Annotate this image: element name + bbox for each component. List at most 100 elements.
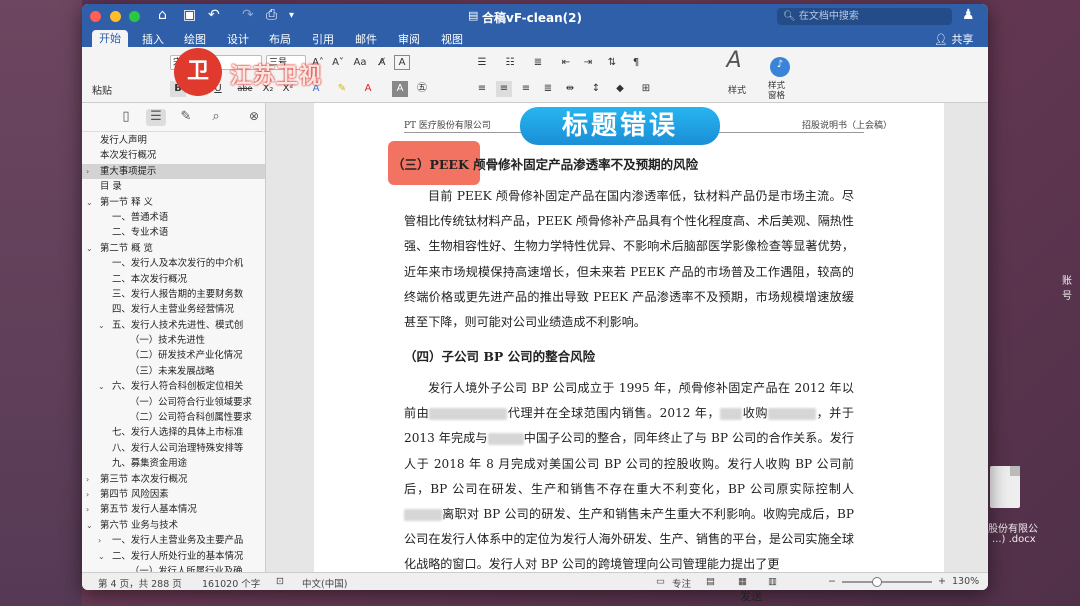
styles-pane-icon[interactable]: ♪ <box>770 57 790 77</box>
toc-item[interactable]: 八、发行人公司治理特殊安排等 <box>82 441 265 456</box>
line-spacing-icon[interactable]: ↕ <box>588 81 604 97</box>
toc-item[interactable]: 二、本次发行概况 <box>82 272 265 287</box>
toc-item[interactable]: 目 录 <box>82 179 265 194</box>
tab-layout[interactable]: 布局 <box>269 31 291 47</box>
toc-item[interactable]: › 重大事项提示 <box>82 163 265 180</box>
proofing-icon[interactable]: ⊡ <box>276 576 284 587</box>
toc-item[interactable]: ⌄ 六、发行人符合科创板定位相关 <box>82 379 265 394</box>
borders-icon[interactable]: ⊞ <box>638 81 654 97</box>
search-input[interactable]: 🔍︎ 在文档中搜索 <box>777 8 952 25</box>
toc-item[interactable]: （二）研发技术产业化情况 <box>82 348 265 363</box>
toc-item[interactable]: 本次发行概况 <box>82 148 265 163</box>
decrease-indent-icon[interactable]: ⇤ <box>558 55 574 71</box>
tab-mailings[interactable]: 邮件 <box>355 31 377 47</box>
numbering-icon[interactable]: ☷ <box>502 55 518 71</box>
toc-item[interactable]: （二）公司符合科创属性要求 <box>82 410 265 425</box>
styles-label[interactable]: 样式 <box>728 83 746 96</box>
toc-item[interactable]: › 第四节 风险因素 <box>82 487 265 502</box>
toc-item[interactable]: （三）未来发展战略 <box>82 364 265 379</box>
print-layout-icon[interactable]: ▦ <box>738 576 747 587</box>
docx-file-icon[interactable] <box>990 466 1020 508</box>
toc-item[interactable]: › 第五节 发行人基本情况 <box>82 502 265 517</box>
tab-home[interactable]: 开始 <box>92 30 128 47</box>
toc-item[interactable]: 九、募集资金用途 <box>82 456 265 471</box>
outline-icon[interactable]: ☰ <box>146 109 166 126</box>
expand-arrow-icon[interactable]: › <box>86 164 89 179</box>
comments-icon[interactable]: ✎ <box>176 109 196 126</box>
increase-indent-icon[interactable]: ⇥ <box>580 55 596 71</box>
collapse-arrow-icon[interactable]: ⌄ <box>98 318 105 333</box>
find-icon[interactable]: ⌕ <box>206 109 226 126</box>
expand-arrow-icon[interactable]: › <box>86 487 89 502</box>
toc-item[interactable]: › 第三节 本次发行概况 <box>82 472 265 487</box>
toc-item[interactable]: 二、专业术语 <box>82 225 265 240</box>
toc-item[interactable]: ⌄ 二、发行人所处行业的基本情况 <box>82 549 265 564</box>
tab-draw[interactable]: 绘图 <box>184 31 206 47</box>
paste-label[interactable]: 粘贴 <box>92 82 112 97</box>
expand-arrow-icon[interactable]: › <box>86 502 89 517</box>
word-count[interactable]: 161020 个字 <box>202 576 260 590</box>
expand-arrow-icon[interactable]: › <box>86 472 89 487</box>
web-layout-icon[interactable]: ▥ <box>768 576 777 587</box>
desktop-file-name[interactable]: 股份有限公 <box>988 520 1038 535</box>
toc-item[interactable]: 发行人声明 <box>82 133 265 148</box>
toc-item[interactable]: ⌄ 第六节 业务与技术 <box>82 518 265 533</box>
send-label[interactable]: 发送 <box>740 588 762 604</box>
enclose-char-icon[interactable]: ㊄ <box>414 81 430 97</box>
toc-item[interactable]: ⌄ 第一节 释 义 <box>82 195 265 210</box>
section-heading-bp[interactable]: （四）子公司 BP 公司的整合风险 <box>404 346 595 365</box>
read-mode-icon[interactable]: ▤ <box>706 576 715 587</box>
tab-references[interactable]: 引用 <box>312 31 334 47</box>
desktop-file-ext[interactable]: ...) .docx <box>992 534 1036 545</box>
customize-toolbar-icon[interactable]: ▾ <box>289 10 294 21</box>
print-icon[interactable]: ⎙ <box>266 7 277 23</box>
save-icon[interactable]: ▣ <box>183 7 196 23</box>
multilevel-list-icon[interactable]: ≣ <box>530 55 546 71</box>
section-heading-peek[interactable]: （三）PEEK 颅骨修补固定产品渗透率不及预期的风险 <box>392 154 698 173</box>
paragraph-peek-risk[interactable]: 目前 PEEK 颅骨修补固定产品在国内渗透率低，钛材料产品仍是市场主流。尽管相比… <box>404 184 854 335</box>
align-center-icon[interactable]: ≡ <box>496 81 512 97</box>
toc-item[interactable]: ⌄ 五、发行人技术先进性、模式创 <box>82 318 265 333</box>
toc-item[interactable]: ⌄ 第二节 概 览 <box>82 241 265 256</box>
change-case-icon[interactable]: Aa <box>352 55 368 71</box>
toc-item[interactable]: 七、发行人选择的具体上市标准 <box>82 425 265 440</box>
redo-icon[interactable]: ↷ <box>242 7 254 23</box>
toc-item[interactable]: › 一、发行人主营业务及主要产品 <box>82 533 265 548</box>
shading-icon[interactable]: ◆ <box>612 81 628 97</box>
highlight-color-icon[interactable]: ✎ <box>334 81 350 97</box>
toc-item[interactable]: 三、发行人报告期的主要财务数 <box>82 287 265 302</box>
toc-item[interactable]: 一、普通术语 <box>82 210 265 225</box>
collapse-arrow-icon[interactable]: ⌄ <box>86 195 93 210</box>
paragraph-bp-risk[interactable]: 发行人境外子公司 BP 公司成立于 1995 年，颅骨修补固定产品在 2012 … <box>404 376 854 572</box>
styles-icon[interactable]: A <box>720 50 748 79</box>
collapse-arrow-icon[interactable]: ⌄ <box>98 549 105 564</box>
collapse-arrow-icon[interactable]: ⌄ <box>98 379 105 394</box>
font-color-icon[interactable]: A <box>360 81 376 97</box>
justify-icon[interactable]: ≣ <box>540 81 556 97</box>
toc-item[interactable]: 四、发行人主营业务经营情况 <box>82 302 265 317</box>
expand-arrow-icon[interactable]: › <box>98 533 101 548</box>
page-count[interactable]: 第 4 页，共 288 页 <box>98 576 182 590</box>
char-border-icon[interactable]: A <box>394 55 410 70</box>
show-marks-icon[interactable]: ¶ <box>628 55 644 71</box>
tab-review[interactable]: 审阅 <box>398 31 420 47</box>
profile-icon[interactable]: ♟ <box>962 7 975 23</box>
zoom-slider[interactable] <box>842 581 932 583</box>
zoom-slider-knob[interactable] <box>872 577 882 587</box>
tab-insert[interactable]: 插入 <box>142 31 164 47</box>
align-left-icon[interactable]: ≡ <box>474 81 490 97</box>
zoom-level[interactable]: 130% <box>952 576 979 587</box>
focus-mode-label[interactable]: 专注 <box>672 576 691 590</box>
collapse-arrow-icon[interactable]: ⌄ <box>86 241 93 256</box>
undo-icon[interactable]: ↶ <box>208 7 220 23</box>
minimize-window-button[interactable] <box>109 11 121 22</box>
thumbnails-icon[interactable]: ▯ <box>116 109 136 126</box>
sort-icon[interactable]: ⇅ <box>604 55 620 71</box>
home-icon[interactable]: ⌂ <box>158 7 167 23</box>
zoom-window-button[interactable] <box>129 11 140 22</box>
bullets-icon[interactable]: ☰ <box>474 55 490 71</box>
collapse-arrow-icon[interactable]: ⌄ <box>86 518 93 533</box>
close-pane-icon[interactable]: ⊗ <box>244 109 264 126</box>
focus-icon[interactable]: ▭ <box>656 576 665 587</box>
close-window-button[interactable] <box>90 11 101 22</box>
